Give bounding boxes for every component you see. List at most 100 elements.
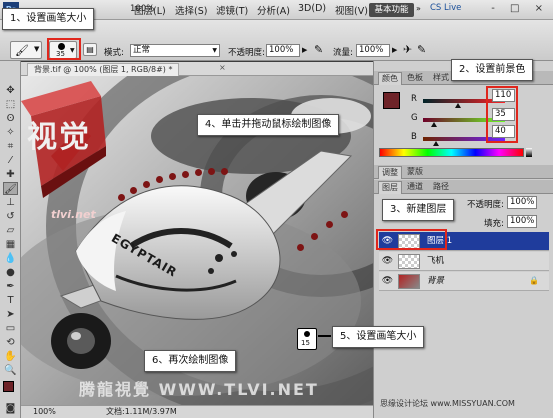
brush-icon: 🖌 [15,44,29,57]
quick-mask-icon[interactable]: ◙ [3,402,18,415]
r-label: R [411,94,417,104]
layers-panel-tabs: 图层 通道 路径 [374,180,553,194]
b-slider-thumb[interactable] [433,141,440,146]
chevron-down-icon: ▼ [212,47,217,54]
3d-rotate-tool-icon[interactable]: ⟲ [3,336,18,349]
airbrush-icon[interactable]: ✈ [403,43,412,56]
foreground-color-chip[interactable] [383,92,400,109]
layer-row[interactable]: 👁 背景 🔒 [379,272,549,291]
flow-input[interactable]: 100% [356,44,390,57]
eyedropper-tool-icon[interactable]: ⁄ [3,154,18,167]
opacity-input[interactable]: 100% [266,44,300,57]
canvas-watermark: 腾龍視覺 WWW.TLVI.NET [79,380,319,399]
highlight-new-layer [376,229,447,250]
painted-dot [341,211,348,218]
menu-analysis[interactable]: 分析(A) [257,3,290,17]
canvas-url-text: tlvi.net [51,208,96,221]
dodge-tool-icon[interactable]: ● [3,266,18,279]
opacity-label: 不透明度: [228,48,265,58]
tablet-pressure-size-icon[interactable]: ✎ [417,43,426,56]
brush-tip-icon [304,331,310,337]
painted-dot [297,244,304,251]
type-tool-icon[interactable]: T [3,294,18,307]
chevron-down-icon: ▼ [34,45,40,53]
menu-filter[interactable]: 滤镜(T) [216,3,248,17]
foreground-color-swatch[interactable] [3,381,14,392]
layer-fill-input[interactable]: 100% [507,215,537,228]
status-zoom[interactable]: 100% [33,406,56,418]
clone-stamp-tool-icon[interactable]: ⊥ [3,196,18,209]
move-tool-icon[interactable]: ✥ [3,84,18,97]
tab-styles[interactable]: 样式 [430,72,452,85]
r-slider-thumb[interactable] [455,103,462,108]
arrow-icon [318,335,331,337]
menu-select[interactable]: 选择(S) [175,3,207,17]
pen-tool-icon[interactable]: ✒ [3,280,18,293]
painted-dot [311,233,318,240]
brush-panel-toggle-icon[interactable]: ▤ [83,43,97,56]
menu-layer[interactable]: 图层(L) [134,3,166,17]
menu-view[interactable]: 视图(V) [335,3,368,17]
menu-3d[interactable]: 3D(D) [298,3,326,14]
lasso-tool-icon[interactable]: ʘ [3,112,18,125]
document-tab[interactable]: 背景.tif @ 100% (图层 1, RGB/8#) * [27,63,180,76]
canvas-heading-text: 视觉 [27,120,91,155]
crop-tool-icon[interactable]: ⌗ [3,140,18,153]
b-label: B [411,132,417,142]
lock-icon: 🔒 [529,276,539,285]
tab-color[interactable]: 颜色 [378,72,402,85]
layer-fill-label: 填充: [484,219,504,229]
black-white-swatch[interactable] [526,148,532,157]
tab-adjustments[interactable]: 调整 [378,166,402,179]
close-icon[interactable]: × [219,63,226,72]
tools-panel: ✥ ⬚ ʘ ✧ ⌗ ⁄ ✚ 🖌 ⊥ ↺ ▱ ▦ 💧 ● ✒ T ➤ ▭ ⟲ ✋ … [0,61,21,418]
window-controls[interactable]: - □ × [491,3,549,14]
quick-select-tool-icon[interactable]: ✧ [3,126,18,139]
highlight-rgb-values [486,86,518,143]
tablet-pressure-opacity-icon[interactable]: ✎ [314,43,323,56]
shape-tool-icon[interactable]: ▭ [3,322,18,335]
workspace-essentials-button[interactable]: 基本功能 [369,3,414,17]
status-doc-size: 文档:1.11M/3.97M [106,407,177,416]
brush-tool-icon[interactable]: 🖌 [3,182,18,195]
tab-channels[interactable]: 通道 [404,181,426,194]
layer-name: 背景 [427,276,445,286]
painted-dot [130,187,137,194]
brush-size-popup: 15 [297,328,317,350]
visibility-eye-icon[interactable]: 👁 [381,255,394,267]
layer-opacity-label: 不透明度: [467,200,504,210]
workspace-chevron-icon[interactable]: » [416,4,421,13]
painted-dot [195,169,202,176]
tab-layers[interactable]: 图层 [378,181,402,194]
opacity-slider-arrow-icon[interactable]: ▶ [302,46,307,54]
flow-slider-arrow-icon[interactable]: ▶ [392,46,397,54]
mode-select[interactable]: 正常 ▼ [130,44,220,57]
marquee-tool-icon[interactable]: ⬚ [3,98,18,111]
mode-label: 模式: [104,48,124,58]
g-slider-thumb[interactable] [431,122,438,127]
history-brush-tool-icon[interactable]: ↺ [3,210,18,223]
tab-paths[interactable]: 路径 [430,181,452,194]
layer-row[interactable]: 👁 飞机 [379,252,549,271]
color-spectrum-bar[interactable] [379,148,524,157]
hand-tool-icon[interactable]: ✋ [3,350,18,363]
visibility-eye-icon[interactable]: 👁 [381,275,394,287]
gradient-tool-icon[interactable]: ▦ [3,238,18,251]
blur-tool-icon[interactable]: 💧 [3,252,18,265]
painted-dot [182,171,189,178]
eraser-tool-icon[interactable]: ▱ [3,224,18,237]
layer-opacity-input[interactable]: 100% [507,196,537,209]
painted-dot [221,168,228,175]
callout-step4: 4、单击并拖动鼠标绘制图像 [197,114,340,136]
tab-masks[interactable]: 蒙版 [404,166,426,179]
zoom-tool-icon[interactable]: 🔍 [3,364,18,377]
cs-live-button[interactable]: CS Live [430,3,461,13]
small-brush-size-value: 15 [301,339,310,347]
brush-tool-preset-button[interactable]: 🖌 ▼ [10,41,42,59]
painted-dot [208,168,215,175]
document-tab-bar: 背景.tif @ 100% (图层 1, RGB/8#) * × [21,62,373,76]
callout-step3: 3、新建图层 [382,199,455,221]
path-select-tool-icon[interactable]: ➤ [3,308,18,321]
tab-swatches[interactable]: 色板 [404,72,426,85]
healing-tool-icon[interactable]: ✚ [3,168,18,181]
